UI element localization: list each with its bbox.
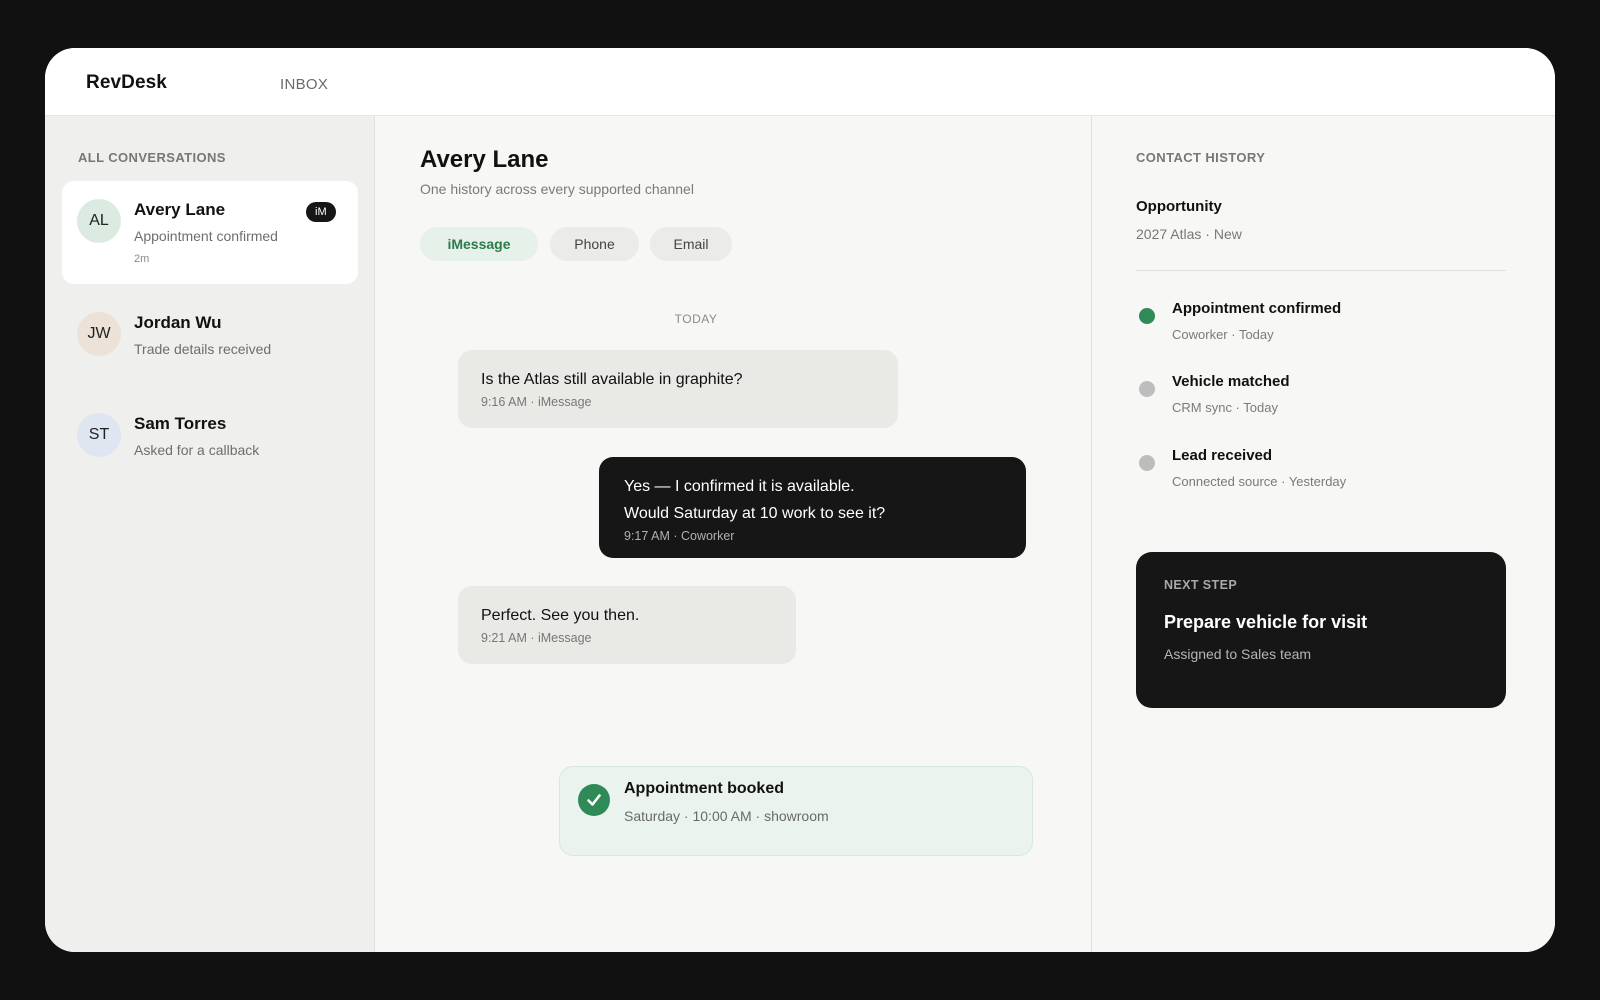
avatar: JW [77,312,121,356]
message-text: Is the Atlas still available in graphite… [481,371,743,388]
avatar: AL [77,199,121,243]
message-meta: 9:16 AM · iMessage [481,395,592,409]
conversation-sidebar: ALL CONVERSATIONS AL Avery Lane Appointm… [45,116,375,952]
history-event-meta: Coworker · Today [1172,327,1274,342]
check-icon [578,784,610,816]
conversation-name: Jordan Wu [134,313,222,332]
message-bubble-incoming: Perfect. See you then. 9:21 AM · iMessag… [458,586,796,664]
day-separator: TODAY [674,312,718,326]
conversation-item-jordan-wu[interactable]: JW Jordan Wu Trade details received [62,294,358,397]
app-window: RevDesk INBOX ALL CONVERSATIONS AL Avery… [45,48,1555,952]
booked-title: Appointment booked [624,780,784,797]
panel-title: CONTACT HISTORY [1136,150,1266,165]
message-meta: 9:17 AM · Coworker [624,529,735,543]
booked-subtitle: Saturday · 10:00 AM · showroom [624,808,829,824]
sidebar-title: ALL CONVERSATIONS [78,150,226,165]
top-bar: RevDesk INBOX [45,48,1555,116]
conversation-preview: Appointment confirmed [134,228,278,244]
conversation-time: 2m [134,253,150,265]
history-event-title: Lead received [1172,447,1273,464]
status-dot-icon [1139,455,1155,471]
next-step-label: NEXT STEP [1164,578,1238,592]
divider [1136,270,1506,271]
page-subtitle: One history across every supported chann… [420,181,694,197]
status-dot-icon [1139,381,1155,397]
opportunity-label: Opportunity [1136,198,1222,215]
status-dot-icon [1139,308,1155,324]
message-text: Would Saturday at 10 work to see it? [624,505,886,522]
avatar: ST [77,413,121,457]
conversation-pane: Avery Lane One history across every supp… [376,116,1091,952]
nav-inbox[interactable]: INBOX [280,76,328,93]
next-step-card[interactable]: NEXT STEP Prepare vehicle for visit Assi… [1136,552,1506,708]
channel-badge: iM [306,202,336,222]
history-event-meta: Connected source · Yesterday [1172,474,1347,489]
message-text: Perfect. See you then. [481,607,640,624]
message-bubble-incoming: Is the Atlas still available in graphite… [458,350,898,428]
conversation-item-sam-torres[interactable]: ST Sam Torres Asked for a callback [62,395,358,498]
tab-email[interactable]: Email [650,227,732,261]
conversation-item-avery-lane[interactable]: AL Avery Lane Appointment confirmed 2m i… [62,181,358,284]
next-step-subtitle: Assigned to Sales team [1164,646,1312,662]
message-text: Yes — I confirmed it is available. [624,478,855,495]
conversation-preview: Asked for a callback [134,442,260,458]
contact-history-panel: CONTACT HISTORY Opportunity 2027 Atlas ·… [1091,116,1555,952]
opportunity-value: 2027 Atlas · New [1136,226,1242,242]
history-event-title: Appointment confirmed [1172,300,1342,317]
appointment-booked-card: Appointment booked Saturday · 10:00 AM ·… [559,766,1033,856]
conversation-name: Sam Torres [134,414,227,433]
tab-imessage[interactable]: iMessage [420,227,538,261]
history-event-meta: CRM sync · Today [1172,400,1278,415]
message-bubble-outgoing: Yes — I confirmed it is available. Would… [599,457,1026,558]
conversation-preview: Trade details received [134,341,272,357]
next-step-title: Prepare vehicle for visit [1164,612,1368,632]
page-title: Avery Lane [420,146,549,173]
message-meta: 9:21 AM · iMessage [481,631,592,645]
conversation-name: Avery Lane [134,200,226,219]
tab-phone[interactable]: Phone [550,227,639,261]
history-event-title: Vehicle matched [1172,373,1290,390]
brand-logo: RevDesk [86,72,167,93]
